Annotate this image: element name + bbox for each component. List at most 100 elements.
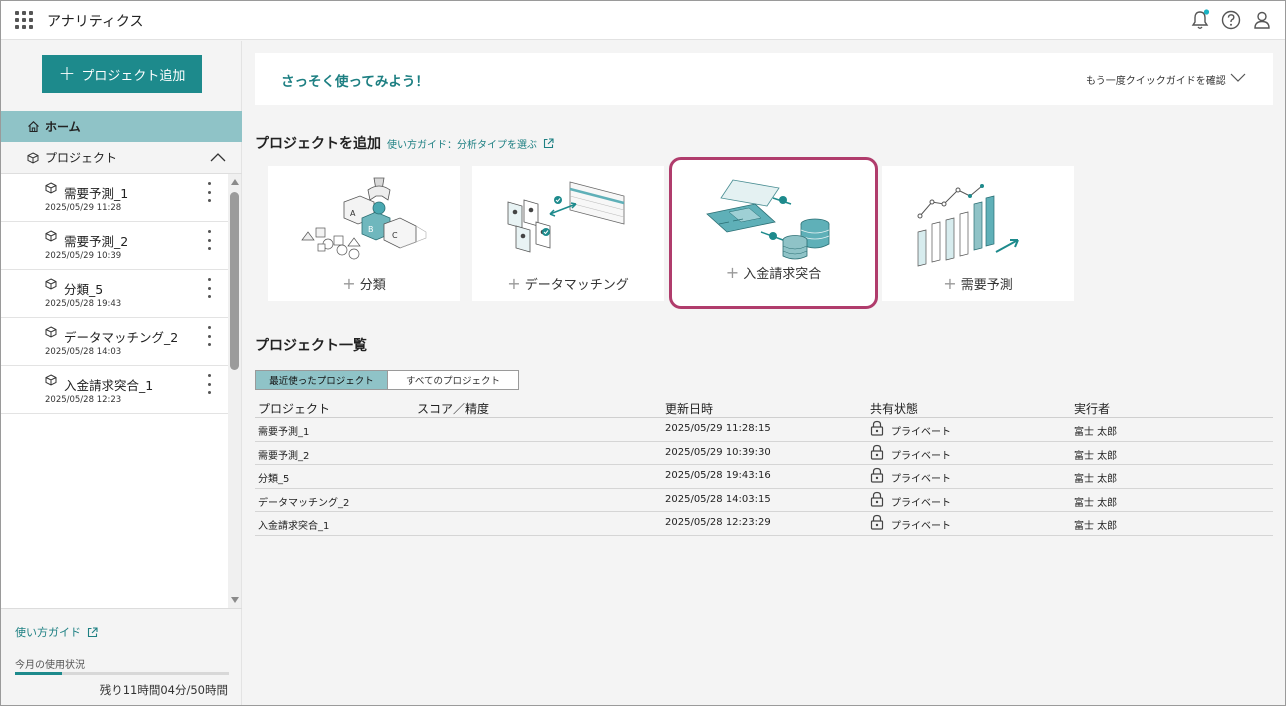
add-project-section-title: プロジェクトを追加 [255, 136, 381, 152]
kebab-menu-icon[interactable] [206, 278, 212, 298]
card-payment-reconciliation[interactable]: + 入金請求突合 [669, 157, 878, 309]
sidebar-item-home-label: ホーム [45, 120, 81, 134]
main-content: さっそく使ってみよう！ もう一度クイックガイドを確認 プロジェクトを追加 使い方… [242, 41, 1285, 705]
cell-project-name[interactable]: 入金請求突合_1 [258, 517, 329, 532]
sidebar-project-item[interactable]: 需要予測_1 2025/05/29 11:28 [1, 174, 228, 222]
cell-owner: 富士 太郎 [1074, 497, 1118, 509]
card-classification[interactable]: A B C + 分類 [268, 166, 460, 301]
quick-guide-banner[interactable]: さっそく使ってみよう！ もう一度クイックガイドを確認 [255, 53, 1273, 105]
column-header-updated[interactable]: 更新日時 [665, 400, 713, 417]
tab-recent-projects[interactable]: 最近使ったプロジェクト [255, 370, 388, 390]
sidebar-project-list: 需要予測_1 2025/05/29 11:28 需要予測_2 2025/05/2… [1, 174, 228, 608]
analysis-type-guide-link[interactable]: 使い方ガイド：分析タイプを選ぶ [387, 136, 554, 151]
column-header-score[interactable]: スコア／精度 [417, 400, 489, 417]
svg-text:A: A [350, 209, 356, 218]
sidebar-item-home[interactable]: ホーム [1, 111, 242, 142]
project-name: 需要予測_1 [64, 186, 129, 201]
column-header-share[interactable]: 共有状態 [870, 400, 918, 417]
analysis-type-guide-label: 使い方ガイド：分析タイプを選ぶ [387, 140, 537, 151]
cube-icon [45, 182, 57, 194]
lock-icon [870, 514, 884, 530]
project-date: 2025/05/28 19:43 [45, 299, 122, 309]
cell-project-name[interactable]: データマッチング_2 [258, 494, 349, 509]
cube-icon [45, 278, 57, 290]
table-row[interactable]: 分類_5 2025/05/28 19:43:16 プライベート 富士 太郎 [255, 465, 1273, 489]
table-row[interactable]: 需要予測_1 2025/05/29 11:28:15 プライベート 富士 太郎 [255, 418, 1273, 442]
project-list-tabs: 最近使ったプロジェクト すべてのプロジェクト [255, 370, 519, 390]
card-classification-label: + 分類 [342, 274, 386, 293]
quick-guide-title: さっそく使ってみよう！ [281, 74, 429, 90]
cube-icon [45, 326, 57, 338]
apps-grid-icon[interactable] [15, 11, 33, 29]
add-project-button[interactable]: + プロジェクト追加 [42, 55, 202, 93]
divider [1, 608, 242, 609]
project-name: 入金請求突合_1 [64, 378, 154, 393]
column-header-project[interactable]: プロジェクト [258, 400, 330, 417]
notification-dot [1203, 9, 1210, 15]
table-row[interactable]: 入金請求突合_1 2025/05/28 12:23:29 プライベート 富士 太… [255, 512, 1273, 536]
add-project-label: プロジェクト追加 [81, 68, 186, 84]
sidebar-project-item[interactable]: 分類_5 2025/05/28 19:43 [1, 270, 228, 318]
sidebar-item-projects-label: プロジェクト [45, 151, 118, 165]
plus-icon: + [58, 61, 76, 85]
svg-text:C: C [392, 231, 398, 240]
bell-icon[interactable] [1189, 9, 1211, 31]
cell-project-name[interactable]: 需要予測_2 [258, 447, 309, 462]
project-name: 需要予測_2 [64, 234, 129, 249]
column-header-owner[interactable]: 実行者 [1074, 400, 1110, 417]
cell-project-name[interactable]: 分類_5 [258, 470, 289, 485]
help-icon[interactable] [1220, 9, 1242, 31]
cell-owner: 富士 太郎 [1074, 474, 1118, 485]
usage-guide-link[interactable]: 使い方ガイド [15, 624, 98, 640]
kebab-menu-icon[interactable] [206, 326, 212, 346]
project-date: 2025/05/28 12:23 [45, 395, 122, 405]
cell-owner: 富士 太郎 [1074, 450, 1118, 462]
sidebar-scrollbar[interactable] [228, 174, 241, 608]
tab-all-projects[interactable]: すべてのプロジェクト [388, 370, 519, 390]
project-name: 分類_5 [64, 282, 104, 297]
cell-updated: 2025/05/29 10:39:30 [665, 446, 771, 458]
lock-icon [870, 444, 884, 460]
data-matching-illustration-icon [507, 181, 625, 253]
lock-icon [870, 420, 884, 436]
sidebar: + プロジェクト追加 ホーム プロジェクト 需要予測_1 2025/05/29 [1, 41, 242, 705]
scroll-up-arrow-icon[interactable] [231, 179, 239, 185]
usage-label: 今月の使用状況 [15, 660, 85, 671]
external-link-icon [87, 626, 98, 637]
chevron-up-icon[interactable] [210, 152, 226, 162]
sidebar-project-item[interactable]: データマッチング_2 2025/05/28 14:03 [1, 318, 228, 366]
cell-project-name[interactable]: 需要予測_1 [258, 423, 309, 438]
cell-updated: 2025/05/28 12:23:29 [665, 517, 771, 528]
cube-icon [45, 374, 57, 386]
usage-progress-bar [15, 672, 229, 675]
scrollbar-thumb[interactable] [230, 192, 239, 370]
sidebar-item-projects[interactable]: プロジェクト [1, 142, 242, 174]
sidebar-project-item[interactable]: 需要予測_2 2025/05/29 10:39 [1, 222, 228, 270]
app-title: アナリティクス [47, 14, 144, 30]
scroll-down-arrow-icon[interactable] [231, 597, 239, 603]
lock-icon [870, 491, 884, 507]
quick-guide-link[interactable]: もう一度クイックガイドを確認 [1086, 72, 1226, 87]
external-link-icon [543, 138, 554, 149]
kebab-menu-icon[interactable] [206, 182, 212, 202]
table-row[interactable]: 需要予測_2 2025/05/29 10:39:30 プライベート 富士 太郎 [255, 442, 1273, 465]
project-list-title: プロジェクト一覧 [255, 338, 367, 354]
kebab-menu-icon[interactable] [206, 374, 212, 394]
user-icon[interactable] [1251, 9, 1273, 31]
card-payment-reconciliation-label: + 入金請求突合 [725, 263, 822, 282]
cell-owner: 富士 太郎 [1074, 521, 1118, 532]
chevron-down-icon[interactable] [1230, 73, 1246, 83]
cube-icon [45, 230, 57, 242]
sidebar-project-item[interactable]: 入金請求突合_1 2025/05/28 12:23 [1, 366, 228, 414]
usage-progress-fill [15, 672, 63, 675]
card-demand-forecast[interactable]: + 需要予測 [882, 166, 1074, 301]
cube-icon [27, 151, 39, 164]
demand-forecast-illustration-icon [917, 184, 1019, 267]
card-demand-forecast-label: + 需要予測 [943, 274, 1013, 293]
table-row[interactable]: データマッチング_2 2025/05/28 14:03:15 プライベート 富士… [255, 489, 1273, 512]
kebab-menu-icon[interactable] [206, 230, 212, 250]
card-data-matching[interactable]: + データマッチング [472, 166, 664, 301]
project-date: 2025/05/28 14:03 [45, 347, 122, 357]
usage-remaining: 残り11時間04分/50時間 [99, 683, 228, 697]
lock-icon [870, 467, 884, 483]
